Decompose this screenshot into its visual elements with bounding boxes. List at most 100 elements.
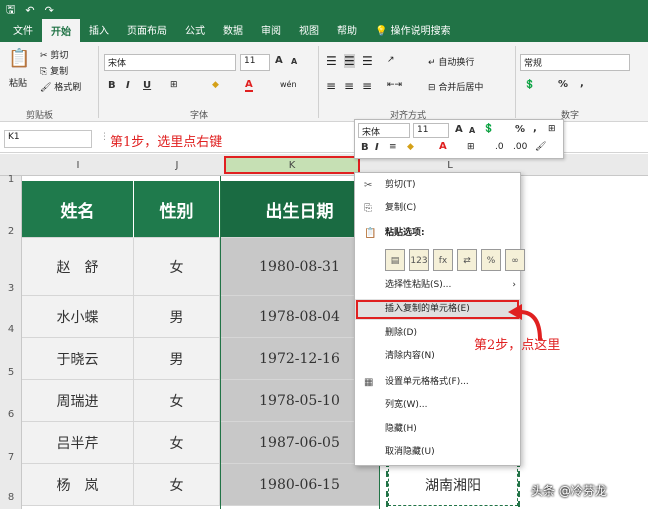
row-header-3[interactable]: 3 bbox=[0, 283, 22, 294]
table-cell[interactable]: 女 bbox=[134, 380, 220, 422]
mini-currency-icon[interactable]: 💲 bbox=[483, 124, 494, 134]
mini-decrease-font-icon[interactable]: A bbox=[469, 126, 475, 135]
mini-format-icon[interactable]: ⊞ bbox=[548, 124, 556, 134]
copy-button[interactable]: ⎘ 复制 bbox=[40, 64, 68, 77]
column-header-k[interactable]: K bbox=[224, 156, 360, 174]
tab-review[interactable]: 审阅 bbox=[252, 22, 290, 42]
tab-home[interactable]: 开始 bbox=[42, 19, 80, 42]
table-cell[interactable]: 男 bbox=[134, 296, 220, 338]
redo-icon[interactable]: ↷ bbox=[45, 4, 54, 17]
format-painter-button[interactable]: 🖌 格式刷 bbox=[40, 80, 81, 93]
borders-icon[interactable]: ⊞ bbox=[170, 80, 178, 90]
tab-data[interactable]: 数据 bbox=[214, 22, 252, 42]
row-header-6[interactable]: 6 bbox=[0, 409, 22, 420]
mini-italic-button[interactable]: I bbox=[375, 142, 379, 153]
paste-formatting-icon[interactable]: % bbox=[481, 249, 501, 271]
align-middle-icon[interactable]: ☰ bbox=[344, 54, 355, 68]
menu-item-insert-copied-cells[interactable]: 插入复制的单元格(E) bbox=[355, 299, 520, 320]
row-header-7[interactable]: 7 bbox=[0, 452, 22, 463]
menu-item-unhide[interactable]: 取消隐藏(U) bbox=[355, 442, 520, 463]
comma-button[interactable]: , bbox=[580, 78, 584, 89]
currency-icon[interactable]: 💲 bbox=[524, 80, 535, 90]
paste-transpose-icon[interactable]: ⇄ bbox=[457, 249, 477, 271]
font-name-select[interactable]: 宋体 bbox=[104, 54, 236, 71]
table-cell[interactable]: 周瑞进 bbox=[22, 380, 134, 422]
mini-bold-button[interactable]: B bbox=[361, 142, 369, 153]
tab-view[interactable]: 视图 bbox=[290, 22, 328, 42]
italic-button[interactable]: I bbox=[126, 80, 130, 91]
menu-item-paste-special[interactable]: 选择性粘贴(S)... › bbox=[355, 275, 520, 296]
cut-button[interactable]: ✂ 剪切 bbox=[40, 48, 68, 61]
paste-icon[interactable]: ▤ bbox=[385, 249, 405, 271]
menu-item-format-cells[interactable]: ▦ 设置单元格格式(F)... bbox=[355, 372, 520, 393]
paste-values-icon[interactable]: 123 bbox=[409, 249, 429, 271]
mini-increase-font-icon[interactable]: A bbox=[455, 124, 463, 135]
undo-icon[interactable]: ↶ bbox=[25, 4, 34, 17]
tab-help[interactable]: 帮助 bbox=[328, 22, 366, 42]
align-bottom-icon[interactable]: ☰ bbox=[362, 54, 373, 68]
column-header-i[interactable]: I bbox=[22, 154, 134, 176]
paste-button[interactable]: 粘贴 bbox=[9, 76, 27, 89]
row-header-1[interactable]: 1 bbox=[0, 174, 22, 185]
align-left-icon[interactable]: ≡ bbox=[326, 79, 336, 93]
mini-font-select[interactable]: 宋体 bbox=[358, 123, 410, 138]
bold-button[interactable]: B bbox=[108, 80, 116, 91]
table-cell[interactable]: 赵 舒 bbox=[22, 238, 134, 296]
row-header-2[interactable]: 2 bbox=[0, 226, 22, 237]
save-icon[interactable]: 🖫 bbox=[6, 1, 15, 20]
menu-item-column-width[interactable]: 列宽(W)... bbox=[355, 395, 520, 416]
align-top-icon[interactable]: ☰ bbox=[326, 54, 337, 68]
paste-icon[interactable]: 📋 bbox=[8, 48, 30, 69]
percent-button[interactable]: % bbox=[558, 79, 568, 90]
wrap-text-button[interactable]: ↵ 自动换行 bbox=[428, 55, 474, 68]
menu-item-cut[interactable]: ✂ 剪切(T) bbox=[355, 175, 520, 196]
number-format-select[interactable]: 常规 bbox=[520, 54, 630, 71]
menu-item-copy[interactable]: ⎘ 复制(C) bbox=[355, 198, 520, 219]
tell-me-search[interactable]: 💡 操作说明搜索 bbox=[366, 22, 460, 42]
phonetic-button[interactable]: wén bbox=[280, 80, 297, 89]
header-cell-gender[interactable]: 性别 bbox=[134, 181, 220, 238]
underline-button[interactable]: U bbox=[143, 80, 151, 91]
mini-font-color-icon[interactable]: A bbox=[439, 141, 447, 152]
mini-decimal-icon[interactable]: .0 bbox=[495, 142, 504, 152]
tab-file[interactable]: 文件 bbox=[4, 22, 42, 42]
table-cell[interactable]: 女 bbox=[134, 422, 220, 464]
align-center-icon[interactable]: ≡ bbox=[344, 79, 354, 93]
mini-borders-icon[interactable]: ⊞ bbox=[467, 142, 475, 152]
mini-decimal2-icon[interactable]: .00 bbox=[513, 142, 527, 152]
increase-font-button[interactable]: A bbox=[275, 55, 283, 66]
merge-center-button[interactable]: ⊟ 合并后居中 bbox=[428, 80, 483, 93]
row-header-5[interactable]: 5 bbox=[0, 367, 22, 378]
tab-page-layout[interactable]: 页面布局 bbox=[118, 22, 176, 42]
paste-link-icon[interactable]: ∞ bbox=[505, 249, 525, 271]
menu-item-hide[interactable]: 隐藏(H) bbox=[355, 419, 520, 440]
name-box[interactable]: K1 bbox=[4, 130, 92, 148]
mini-comma-button[interactable]: , bbox=[533, 123, 537, 134]
paste-formulas-icon[interactable]: fx bbox=[433, 249, 453, 271]
decrease-font-button[interactable]: A bbox=[291, 57, 297, 66]
row-header-8[interactable]: 8 bbox=[0, 492, 22, 503]
table-cell[interactable]: 女 bbox=[134, 238, 220, 296]
tab-formulas[interactable]: 公式 bbox=[176, 22, 214, 42]
align-right-icon[interactable]: ≡ bbox=[362, 79, 372, 93]
indent-icon[interactable]: ⇤⇥ bbox=[387, 80, 402, 90]
fill-color-icon[interactable]: ◆ bbox=[212, 80, 219, 90]
table-cell[interactable]: 吕半芹 bbox=[22, 422, 134, 464]
tab-insert[interactable]: 插入 bbox=[80, 22, 118, 42]
header-cell-name[interactable]: 姓名 bbox=[22, 181, 134, 238]
font-color-button[interactable]: A bbox=[245, 79, 253, 92]
table-cell[interactable]: 水小蝶 bbox=[22, 296, 134, 338]
table-cell[interactable]: 于晓云 bbox=[22, 338, 134, 380]
mini-brush-icon[interactable]: 🖌 bbox=[535, 142, 546, 152]
font-size-select[interactable]: 11 bbox=[240, 54, 270, 71]
row-header-4[interactable]: 4 bbox=[0, 324, 22, 335]
table-cell[interactable]: 女 bbox=[134, 464, 220, 506]
mini-align-icon[interactable]: ≡ bbox=[389, 142, 397, 152]
mini-size-select[interactable]: 11 bbox=[413, 123, 449, 138]
orientation-icon[interactable]: ↗ bbox=[387, 55, 395, 65]
column-header-j[interactable]: J bbox=[134, 154, 220, 176]
table-cell[interactable]: 杨 岚 bbox=[22, 464, 134, 506]
mini-percent-button[interactable]: % bbox=[515, 124, 525, 135]
mini-fill-color-icon[interactable]: ◆ bbox=[407, 142, 414, 152]
table-cell[interactable]: 男 bbox=[134, 338, 220, 380]
